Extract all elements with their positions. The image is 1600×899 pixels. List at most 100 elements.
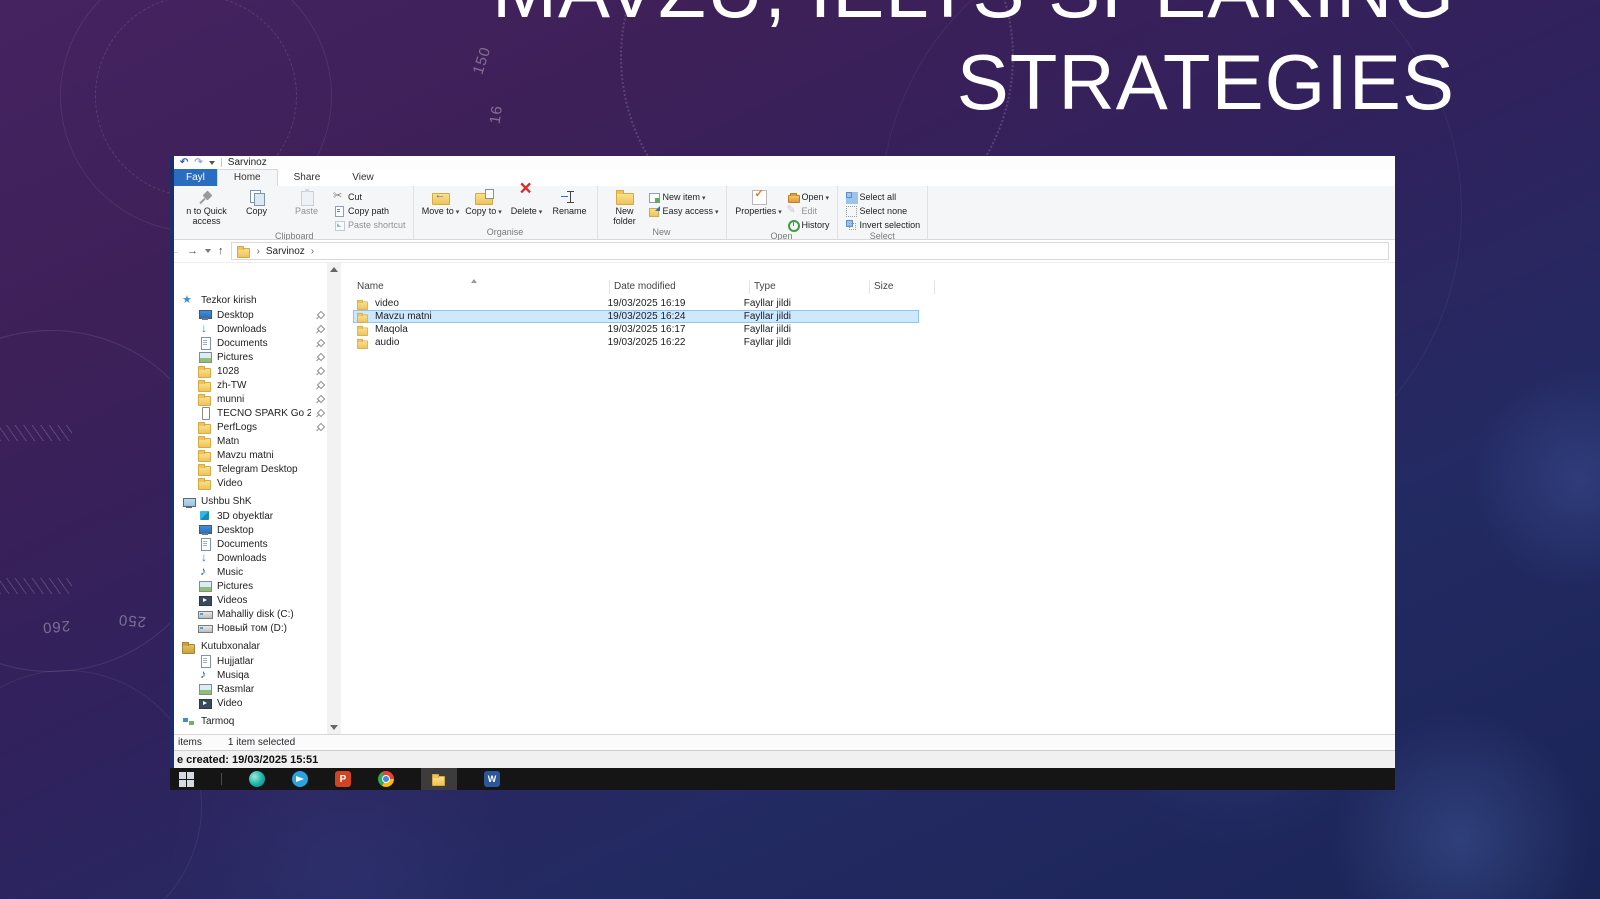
sidebar-item-tecno-spark-go-202[interactable]: TECNO SPARK Go 202 [174,406,341,420]
sidebar-item-matn[interactable]: Matn [174,434,341,448]
sidebar-item-hujjatlar[interactable]: Hujjatlar [174,654,341,668]
copy-to-button[interactable]: Copy to [464,188,504,218]
invert-selection-button[interactable]: Invert selection [845,219,921,230]
pc-icon [182,496,196,508]
tab-share[interactable]: Share [278,170,337,186]
tab-file[interactable]: Fayl [174,169,217,186]
sidebar-item-perflogs[interactable]: PerfLogs [174,420,341,434]
sidebar-section-kutubxonalar[interactable]: Kutubxonalar [174,639,341,654]
redo-icon[interactable] [194,158,202,168]
column-date-modified[interactable]: Date modified [610,280,750,294]
open-icon [787,191,799,203]
sidebar-section-linux[interactable]: Linux [174,733,341,734]
telegram-icon[interactable] [292,771,308,787]
sidebar-item-zh-tw[interactable]: zh-TW [174,378,341,392]
paste-button[interactable]: Paste [283,188,330,217]
paste-shortcut-icon [333,219,345,231]
folder-icon [198,477,212,489]
sidebar-item-downloads[interactable]: Downloads [174,551,341,565]
sort-indicator-icon [471,279,477,283]
sidebar-item-munni[interactable]: munni [174,392,341,406]
sidebar-item-pictures[interactable]: Pictures [174,579,341,593]
history-button[interactable]: History [787,219,830,230]
copy-button[interactable]: Copy [233,188,280,217]
sidebar-item-1028[interactable]: 1028 [174,364,341,378]
folder-icon [357,324,369,334]
chrome-icon[interactable] [378,771,394,787]
sidebar-item-telegram-desktop[interactable]: Telegram Desktop [174,462,341,476]
column-name[interactable]: Name [353,280,610,294]
recent-locations-icon[interactable] [205,249,211,253]
undo-icon[interactable] [180,158,188,168]
sidebar-item-video[interactable]: Video [174,476,341,490]
sidebar-item-video[interactable]: Video [174,696,341,710]
ribbon-group-open: Properties Open Edit [727,186,838,239]
sidebar-item-documents[interactable]: Documents [174,336,341,350]
up-icon[interactable] [218,246,224,257]
sidebar-item-musiqa[interactable]: Musiqa [174,668,341,682]
rename-button[interactable]: Rename [550,188,590,217]
sidebar-item-desktop[interactable]: Desktop [174,523,341,537]
group-label-new: New [605,226,719,239]
sidebar-section-tarmoq[interactable]: Tarmoq [174,714,341,729]
obj3d-icon [198,510,212,522]
column-size[interactable]: Size [870,280,935,294]
decorative-hatch [0,578,72,594]
easy-access-button[interactable]: Easy access [648,205,719,216]
sidebar-item-music[interactable]: Music [174,565,341,579]
app-teal-icon[interactable] [249,771,265,787]
scroll-down-icon[interactable] [330,725,338,730]
file-row-video[interactable]: video19/03/2025 16:19Fayllar jildi [353,297,919,310]
word-icon[interactable] [484,771,500,787]
sidebar-item-pictures[interactable]: Pictures [174,350,341,364]
sidebar-scrollbar[interactable] [327,263,341,734]
folder-icon [432,773,446,785]
properties-button[interactable]: Properties [734,188,784,218]
move-to-button[interactable]: Move to [421,188,461,218]
paste-shortcut-button[interactable]: Paste shortcut [333,219,406,230]
start-button[interactable] [179,772,194,787]
ribbon-group-new: New folder New item Easy access [598,186,727,239]
file-row-maqola[interactable]: Maqola19/03/2025 16:17Fayllar jildi [353,323,919,336]
sidebar-item-mahalliy-disk-c[interactable]: Mahalliy disk (C:) [174,607,341,621]
scroll-up-icon[interactable] [330,267,338,272]
sidebar-item-videos[interactable]: Videos [174,593,341,607]
new-folder-button[interactable]: New folder [605,188,645,226]
column-type[interactable]: Type [750,280,870,294]
easy-access-icon [648,205,660,217]
file-row-mavzu-matni[interactable]: Mavzu matni19/03/2025 16:24Fayllar jildi [353,310,919,323]
address-field[interactable]: › Sarvinoz › [231,242,1390,260]
sidebar-item-d[interactable]: Новый том (D:) [174,621,341,635]
ribbon-group-clipboard: n to Quick access Copy Paste [176,186,414,239]
edit-button[interactable]: Edit [787,205,830,216]
forward-icon[interactable] [187,246,198,257]
sidebar-item-mavzu-matni[interactable]: Mavzu matni [174,448,341,462]
sidebar-section-tezkor-kirish[interactable]: Tezkor kirish [174,293,341,308]
delete-button[interactable]: Delete [507,188,547,218]
powerpoint-icon[interactable] [335,771,351,787]
new-item-button[interactable]: New item [648,191,719,202]
music-icon [198,566,212,578]
tab-home[interactable]: Home [217,169,278,186]
sidebar-item-desktop[interactable]: Desktop [174,308,341,322]
pin-to-quick-access-button[interactable]: n to Quick access [183,188,230,226]
file-explorer-icon[interactable] [421,768,457,790]
file-row-audio[interactable]: audio19/03/2025 16:22Fayllar jildi [353,336,919,349]
breadcrumb-sarvinoz[interactable]: Sarvinoz [266,246,305,257]
slide-title-line2: STRATEGIES [492,36,1455,128]
sidebar-section-ushbu-shk[interactable]: Ushbu ShK [174,494,341,509]
select-none-button[interactable]: Select none [845,205,921,216]
back-icon[interactable] [174,246,180,257]
sidebar-item-3d-obyektlar[interactable]: 3D obyektlar [174,509,341,523]
copy-path-button[interactable]: Copy path [333,205,406,216]
cut-button[interactable]: Cut [333,191,406,202]
open-button[interactable]: Open [787,191,830,202]
pin-icon [316,381,325,390]
sidebar-item-documents[interactable]: Documents [174,537,341,551]
sidebar-item-rasmlar[interactable]: Rasmlar [174,682,341,696]
tab-view[interactable]: View [336,170,390,186]
select-all-button[interactable]: Select all [845,191,921,202]
copy-path-icon [333,205,345,217]
qat-dropdown-icon[interactable] [209,161,215,165]
sidebar-item-downloads[interactable]: Downloads [174,322,341,336]
